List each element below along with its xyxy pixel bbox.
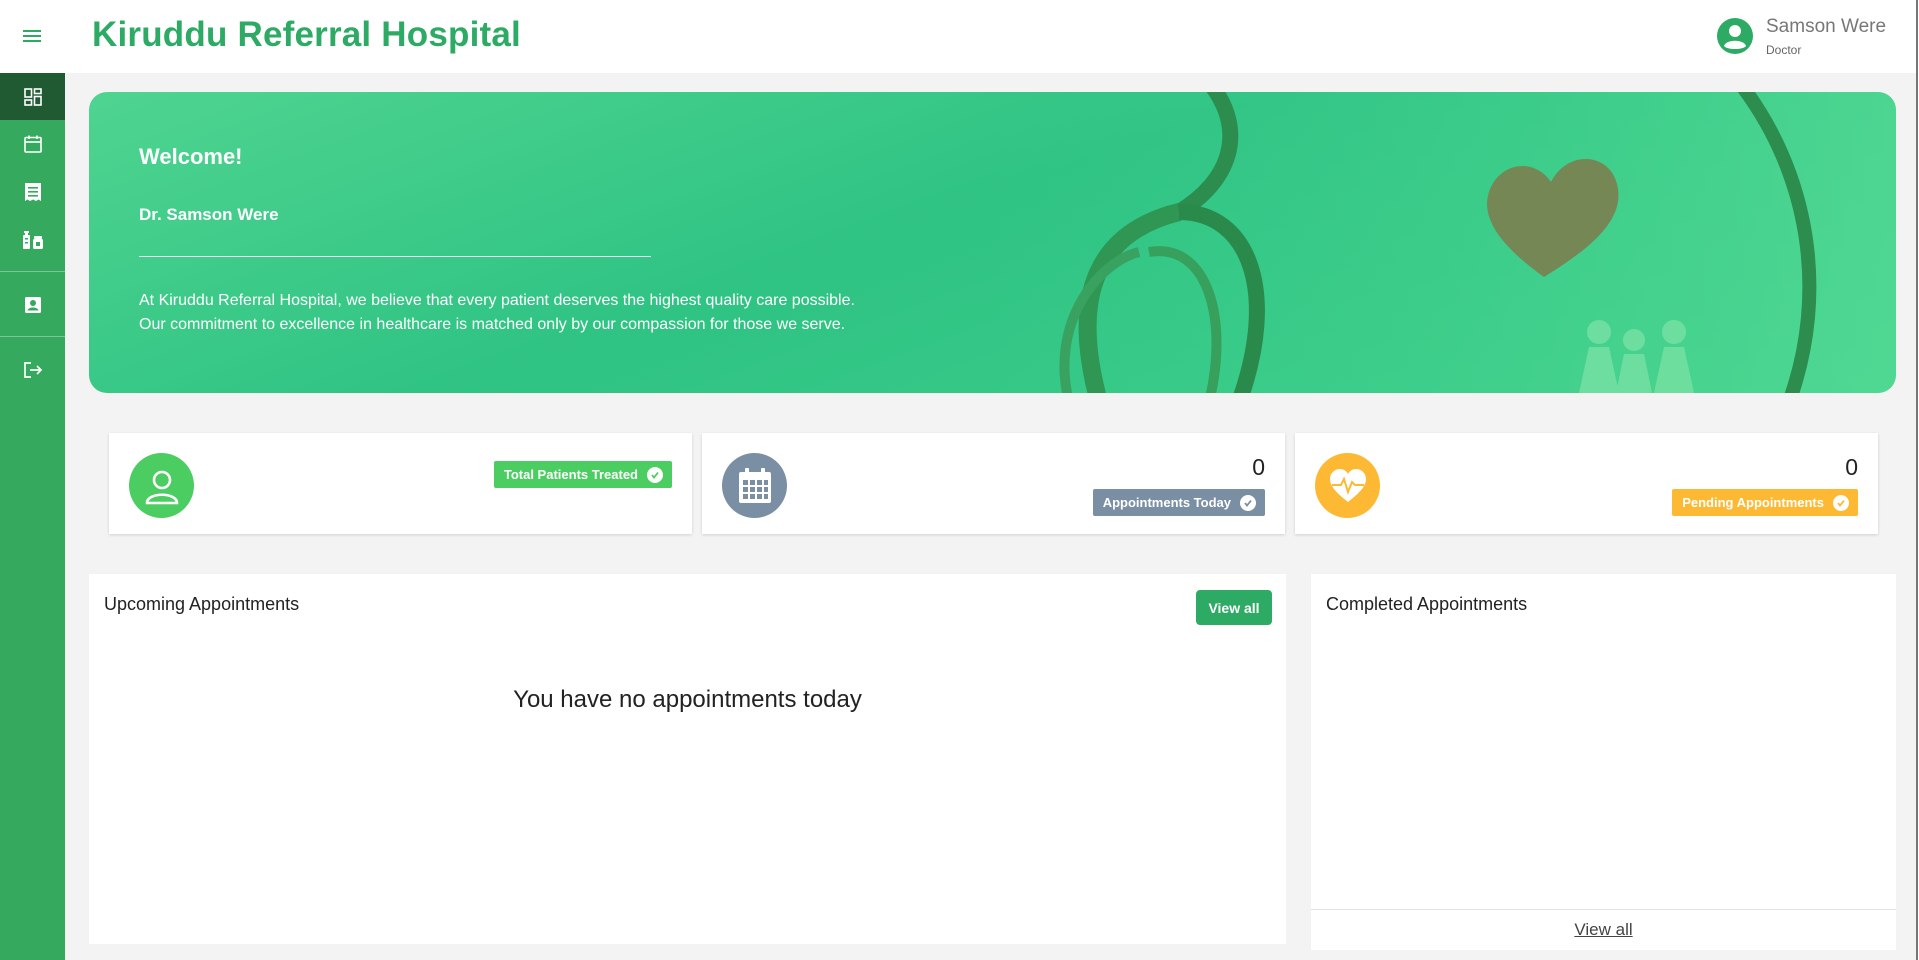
top-header: Kiruddu Referral Hospital Samson Were Do… [0,0,1916,73]
panel-footer: View all [1311,909,1896,950]
panel-title: Upcoming Appointments [104,594,300,614]
check-icon [1240,494,1256,511]
check-icon [647,466,663,483]
stat-card-pending-appointments: 0 Pending Appointments [1295,433,1878,534]
sidebar-item-logout[interactable] [0,346,65,393]
stat-badge-label: Pending Appointments [1682,495,1824,510]
divider [139,256,651,257]
empty-state-message: You have no appointments today [513,686,862,713]
stat-badge: Pending Appointments [1672,489,1858,516]
stat-value: 0 [1252,454,1265,480]
completed-appointments-panel: Completed Appointments View all [1311,574,1896,950]
sidebar-item-records[interactable] [0,168,65,215]
calendar-grid-icon [722,453,787,518]
user-icon [129,453,194,518]
sidebar-item-appointments[interactable] [0,120,65,167]
upcoming-appointments-panel: Upcoming Appointments View all You have … [89,574,1286,944]
dashboard-icon [23,87,42,106]
welcome-title: Welcome! [139,144,243,169]
stethoscope-illustration [989,92,1896,393]
receipt-icon [24,182,41,201]
view-all-upcoming-button[interactable]: View all [1196,590,1272,625]
stat-card-appointments-today: 0 Appointments Today [702,433,1285,534]
user-role: Doctor [1766,43,1802,57]
user-avatar-icon [1717,18,1753,54]
mission-line-1: At Kiruddu Referral Hospital, we believe… [139,292,855,309]
stat-card-total-patients: Total Patients Treated [109,433,692,534]
profile-card-icon [24,296,41,313]
sidebar [0,73,65,960]
welcome-banner: Welcome! Dr. Samson Were At Kiruddu Refe… [89,92,1896,393]
panel-title: Completed Appointments [1326,594,1528,614]
calendar-icon [23,135,42,153]
sidebar-divider [0,271,65,272]
stat-badge: Appointments Today [1092,489,1265,516]
sidebar-item-profile[interactable] [0,281,65,328]
stat-value: 0 [1845,454,1858,480]
view-all-completed-link[interactable]: View all [1574,920,1632,940]
mission-line-2: Our commitment to excellence in healthca… [139,316,846,333]
stat-badge-label: Appointments Today [1102,495,1231,510]
sidebar-item-medications[interactable] [0,216,65,263]
scrollbar-thumb[interactable] [1916,0,1918,960]
sidebar-divider [0,336,65,337]
app-title: Kiruddu Referral Hospital [92,15,521,54]
stat-badge-label: Total Patients Treated [503,467,638,482]
menu-icon[interactable] [20,26,44,46]
medication-icon [22,230,43,249]
heartbeat-icon [1315,453,1380,518]
user-info: Samson Were Doctor [1766,16,1886,57]
check-icon [1833,494,1849,511]
user-name: Samson Were [1766,16,1887,37]
doctor-name: Dr. Samson Were [139,205,279,224]
user-menu[interactable]: Samson Were Doctor [1716,16,1886,60]
mission-statement: At Kiruddu Referral Hospital, we believe… [139,289,855,337]
sidebar-item-dashboard[interactable] [0,73,65,120]
logout-icon [23,361,42,378]
stat-badge: Total Patients Treated [493,461,672,488]
